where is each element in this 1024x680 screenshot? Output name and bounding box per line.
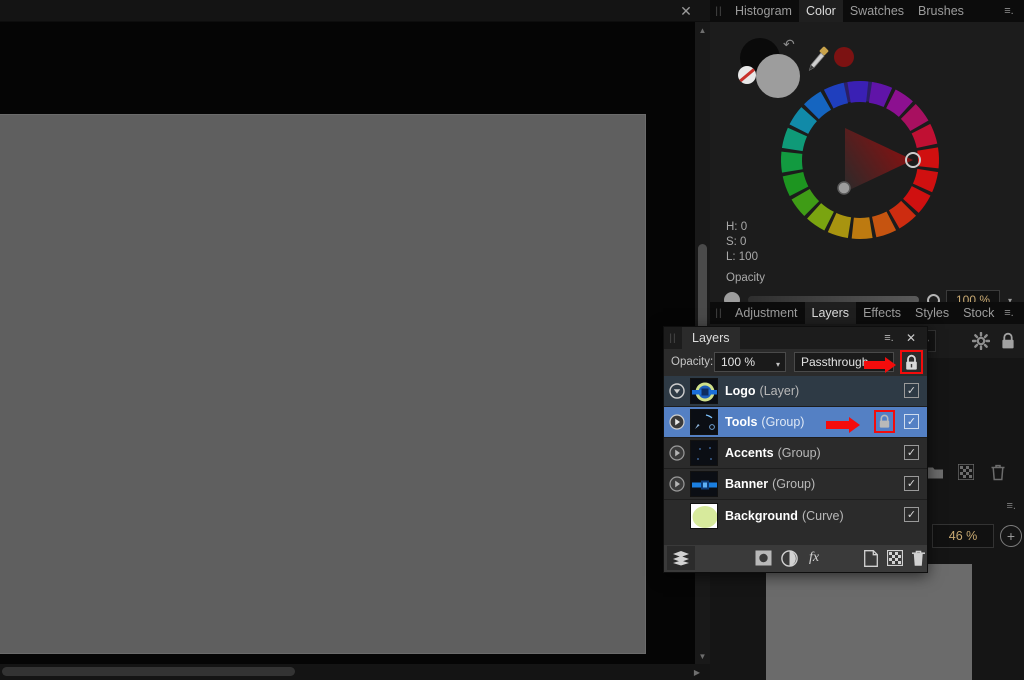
- layers-panel-close-icon[interactable]: ✕: [903, 327, 919, 349]
- table-row[interactable]: Accents (Group) ✓: [664, 438, 927, 469]
- layers-panel-tab[interactable]: Layers: [682, 327, 740, 349]
- delete-layer-icon-2[interactable]: [990, 464, 1010, 484]
- navigator-preview[interactable]: [766, 564, 972, 680]
- tab-styles[interactable]: Styles: [908, 302, 956, 324]
- chevron-down-icon-3: ▾: [775, 360, 780, 369]
- recent-color-swatch[interactable]: [834, 47, 854, 67]
- scroll-up-icon[interactable]: ▲: [695, 22, 710, 38]
- hue-value: H: 0: [726, 221, 748, 233]
- layer-name: Tools (Group): [725, 415, 805, 429]
- document-header: ✕: [0, 0, 710, 22]
- layer-thumbnail-background[interactable]: [690, 502, 718, 529]
- layers-opacity-label: Opacity:: [671, 356, 714, 368]
- scroll-right-icon[interactable]: ▶: [690, 664, 704, 680]
- saturation-value: S: 0: [726, 236, 747, 248]
- floating-layers-panel[interactable]: || Layers ≡. ✕ Opacity: 100 % ▾ Passthro…: [663, 326, 928, 573]
- tab-swatches[interactable]: Swatches: [843, 0, 911, 22]
- hsl-readout: H: 0 S: 0 L: 100: [726, 220, 758, 265]
- tab-layers[interactable]: Layers: [804, 302, 857, 324]
- layer-visibility-checkbox[interactable]: ✓: [904, 445, 919, 460]
- close-icon[interactable]: ✕: [678, 3, 694, 19]
- lightness-value: L: 100: [726, 251, 758, 263]
- tab-effects[interactable]: Effects: [856, 302, 908, 324]
- layers-panel-options-row: Opacity: 100 % ▾ Passthrough: [664, 349, 927, 376]
- mask-icon[interactable]: [754, 549, 772, 567]
- disclosure-collapsed-icon[interactable]: [664, 476, 690, 492]
- new-pixel-layer-icon[interactable]: [886, 549, 904, 567]
- delete-layer-icon[interactable]: [909, 549, 927, 567]
- layer-visibility-checkbox[interactable]: ✓: [904, 414, 919, 429]
- docked-lock-icon[interactable]: [1000, 332, 1016, 350]
- disclosure-collapsed-icon[interactable]: [664, 414, 690, 430]
- adjustment-icon[interactable]: [780, 549, 798, 567]
- new-layer-icon[interactable]: [862, 549, 880, 567]
- zoom-in-icon[interactable]: +: [1000, 525, 1022, 547]
- tab-histogram[interactable]: Histogram: [728, 0, 799, 22]
- artboard[interactable]: [0, 114, 646, 654]
- opacity-label: Opacity: [726, 272, 765, 284]
- disclosure-expanded-icon[interactable]: [664, 383, 690, 399]
- layer-name: Accents (Group): [725, 446, 821, 460]
- layer-name: Logo (Layer): [725, 384, 800, 398]
- layers-list[interactable]: Logo (Layer) ✓ Tools (Group) ✓ Accents (…: [664, 376, 927, 531]
- tab-color[interactable]: Color: [798, 0, 843, 22]
- table-row[interactable]: Banner (Group) ✓: [664, 469, 927, 500]
- layer-visibility-checkbox[interactable]: ✓: [904, 507, 919, 522]
- swap-colors-icon[interactable]: ↶: [783, 36, 803, 54]
- no-fill-icon[interactable]: [738, 66, 756, 84]
- horizontal-scroll-thumb[interactable]: [2, 667, 295, 676]
- canvas-horizontal-scrollbar[interactable]: ▶: [0, 664, 710, 680]
- table-row[interactable]: Logo (Layer) ✓: [664, 376, 927, 407]
- panel-menu-icon-2[interactable]: ≡.: [1000, 302, 1018, 324]
- scroll-down-icon[interactable]: ▼: [695, 648, 710, 664]
- table-row[interactable]: Tools (Group) ✓: [664, 407, 927, 438]
- layer-visibility-checkbox[interactable]: ✓: [904, 383, 919, 398]
- disclosure-collapsed-icon[interactable]: [664, 445, 690, 461]
- layer-visibility-checkbox[interactable]: ✓: [904, 476, 919, 491]
- gear-icon[interactable]: [972, 332, 990, 350]
- layers-panel-menu-icon[interactable]: ≡.: [881, 327, 897, 349]
- canvas-viewport[interactable]: [0, 22, 695, 664]
- blend-mode-dropdown[interactable]: Passthrough: [794, 352, 894, 372]
- color-panel-tabbar: || Histogram Color Swatches Brushes ≡.: [710, 0, 1024, 22]
- tab-adjustment[interactable]: Adjustment: [728, 302, 805, 324]
- table-row[interactable]: Background (Curve) ✓: [664, 500, 927, 531]
- zoom-value-field[interactable]: 46 %: [932, 524, 994, 548]
- layer-thumbnail-tools[interactable]: [690, 409, 718, 435]
- panel-grip-icon[interactable]: ||: [710, 0, 728, 22]
- layers-panel-grip-icon[interactable]: ||: [664, 327, 682, 349]
- new-pixel-layer-icon-2[interactable]: [958, 464, 978, 484]
- layer-name: Banner (Group): [725, 477, 816, 491]
- layer-thumbnail-accents[interactable]: [690, 440, 718, 466]
- layers-panel-footer: fx: [664, 545, 927, 572]
- application-window: ✕ ▲ ▼ ▶ || Histogram Color Swatches Brus…: [0, 0, 1024, 680]
- layer-thumbnail-banner[interactable]: [690, 471, 718, 497]
- layer-thumbnail-logo[interactable]: [690, 378, 718, 404]
- color-wheel[interactable]: [780, 80, 940, 240]
- layers-dock-tabbar: || Adjustment Layers Effects Styles Stoc…: [710, 302, 1024, 324]
- tools-layer-lock-button[interactable]: [874, 410, 895, 433]
- layers-opacity-value: 100 %: [721, 355, 756, 369]
- eyedropper-icon[interactable]: [808, 46, 830, 72]
- docked-panel-menu-icon[interactable]: ≡.: [1007, 500, 1016, 512]
- panel-menu-icon[interactable]: ≡.: [1000, 0, 1018, 22]
- tab-stock[interactable]: Stock: [956, 302, 1001, 324]
- layers-opacity-field[interactable]: 100 % ▾: [714, 352, 786, 372]
- layers-panel-titlebar[interactable]: || Layers ≡. ✕: [664, 327, 927, 349]
- tab-brushes[interactable]: Brushes: [911, 0, 971, 22]
- color-panel: ↶ H: 0 S: 0 L: 100 Opacity 100 % ▾: [710, 22, 1024, 311]
- panel-lock-button[interactable]: [900, 350, 923, 374]
- panel-grip-icon-2[interactable]: ||: [710, 302, 728, 324]
- new-group-icon[interactable]: [926, 464, 946, 484]
- fx-icon[interactable]: fx: [805, 549, 823, 567]
- layer-stack-icon[interactable]: [667, 546, 695, 570]
- layer-name: Background (Curve): [725, 508, 844, 523]
